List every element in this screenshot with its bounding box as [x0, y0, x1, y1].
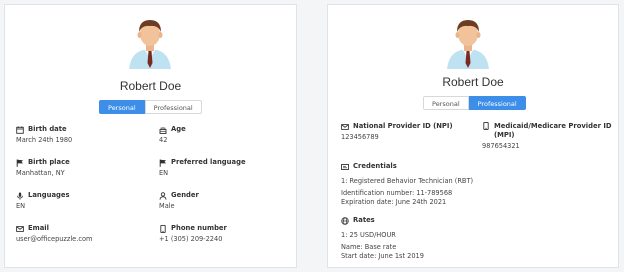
microphone-icon: [16, 192, 24, 200]
envelope-icon: [341, 123, 349, 131]
field-label: Age: [171, 125, 186, 133]
field-npi: National Provider ID (NPI) 123456789: [341, 122, 481, 142]
flag-icon: [159, 159, 167, 167]
field-age: Age 42: [159, 125, 289, 145]
field-value: 987654321: [482, 142, 520, 150]
profile-tabs: Personal Professional: [423, 96, 526, 110]
avatar: [125, 15, 175, 69]
field-label: Birth place: [28, 158, 70, 166]
field-value: EN: [159, 169, 169, 177]
field-gender: Gender Male: [159, 191, 289, 211]
credentials-section: Credentials 1: Registered Behavior Techn…: [341, 162, 601, 207]
field-birth-date: Birth date March 24th 1980: [16, 125, 146, 145]
field-email: Email user@officepuzzle.com: [16, 224, 146, 244]
field-value: Male: [159, 202, 175, 210]
globe-icon: [341, 216, 349, 225]
credential-expiration: Expiration date: June 24th 2021: [341, 198, 447, 206]
avatar: [443, 15, 493, 69]
field-label: National Provider ID (NPI): [353, 122, 453, 130]
tab-professional[interactable]: Professional: [468, 96, 526, 110]
field-value: March 24th 1980: [16, 136, 73, 144]
flag-icon: [16, 159, 24, 167]
professional-profile-card: Robert Doe Personal Professional Nationa…: [327, 4, 619, 268]
profile-name: Robert Doe: [442, 75, 504, 89]
field-label: Email: [28, 224, 49, 232]
field-preferred-language: Preferred language EN: [159, 158, 289, 178]
credential-item: 1: Registered Behavior Technician (RBT): [341, 177, 474, 185]
rate-item: 1: 25 USD/HOUR: [341, 231, 396, 239]
field-label: Languages: [28, 191, 70, 199]
field-value: Manhattan, NY: [16, 169, 65, 177]
person-icon: [159, 191, 167, 200]
field-label: Birth date: [28, 125, 67, 133]
tab-personal[interactable]: Personal: [423, 96, 469, 110]
rate-start-date: Start date: June 1st 2019: [341, 252, 424, 260]
field-label: Medicaid/Medicare Provider ID (MPI): [494, 122, 612, 139]
id-card-icon: [341, 163, 349, 171]
rate-name: Name: Base rate: [341, 243, 397, 251]
field-value: 42: [159, 136, 168, 144]
envelope-icon: [16, 225, 24, 233]
field-languages: Languages EN: [16, 191, 146, 211]
field-value: user@officepuzzle.com: [16, 235, 93, 243]
section-title: Credentials: [353, 162, 397, 170]
profile-name: Robert Doe: [119, 79, 182, 93]
phone-icon: [482, 122, 490, 130]
field-value: 123456789: [341, 133, 379, 141]
field-birth-place: Birth place Manhattan, NY: [16, 158, 146, 178]
field-value: EN: [16, 202, 26, 210]
cake-icon: [159, 126, 167, 134]
field-label: Gender: [171, 191, 199, 199]
section-title: Rates: [353, 216, 375, 224]
field-label: Phone number: [171, 224, 227, 232]
rates-section: Rates 1: 25 USD/HOUR Name: Base rate Sta…: [341, 216, 601, 261]
field-label: Preferred language: [171, 158, 246, 166]
field-medicaid-provider-id: Medicaid/Medicare Provider ID (MPI) 9876…: [482, 122, 614, 151]
tab-professional[interactable]: Professional: [144, 100, 202, 114]
credential-id-number: Identification number: 11-789568: [341, 189, 453, 197]
field-value: +1 (305) 209-2240: [159, 235, 223, 243]
profile-tabs: Personal Professional: [99, 100, 202, 114]
phone-icon: [159, 224, 167, 233]
calendar-icon: [16, 125, 24, 134]
personal-profile-card: Robert Doe Personal Professional Birth d…: [4, 4, 297, 268]
field-phone-number: Phone number +1 (305) 209-2240: [159, 224, 289, 244]
tab-personal[interactable]: Personal: [99, 100, 145, 114]
